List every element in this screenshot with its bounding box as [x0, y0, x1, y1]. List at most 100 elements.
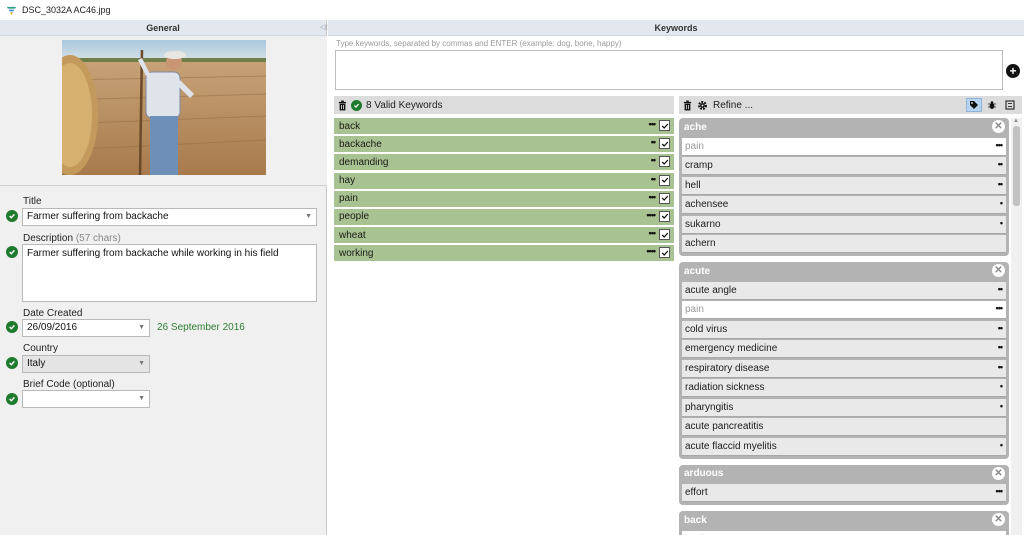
suggestion-item[interactable]: radiation sickness •	[682, 379, 1006, 397]
suggestion-label: respiratory disease	[685, 362, 770, 374]
suggestion-item[interactable]: pharyngitis •	[682, 398, 1006, 417]
keyword-checkbox[interactable]	[659, 174, 670, 186]
valid-keywords-bar: 8 Valid Keywords	[334, 96, 674, 114]
suggestion-item[interactable]: acute angle ••	[682, 281, 1006, 300]
date-valid-icon	[6, 321, 18, 333]
trash-icon[interactable]	[683, 100, 692, 111]
close-icon[interactable]: ✕	[992, 513, 1005, 526]
gear-icon[interactable]	[697, 100, 708, 111]
keyword-label: wheat	[339, 229, 366, 241]
date-field[interactable]: 26/09/2016 ▼	[22, 319, 150, 337]
date-label: Date Created	[23, 308, 83, 319]
title-label: Title	[23, 196, 42, 207]
keyword-checkbox[interactable]	[659, 156, 670, 168]
title-bar: DSC_3032A AC46.jpg	[0, 0, 1024, 20]
keyword-checkbox[interactable]	[659, 138, 670, 150]
keyword-rating: ••••	[646, 246, 656, 257]
suggestion-label: acute angle	[685, 284, 737, 296]
suggestion-rating: ••	[997, 283, 1003, 294]
suggestion-item[interactable]: achern	[682, 235, 1006, 253]
suggestion-item[interactable]: hell ••	[682, 176, 1006, 195]
keyword-row[interactable]: demanding ••	[334, 154, 674, 171]
suggestion-group: arduous ✕ effort •••	[679, 464, 1009, 505]
suggestion-label: acute pancreatitis	[685, 421, 764, 432]
suggestion-rating: •	[999, 400, 1003, 411]
suggestion-item[interactable]: respiratory disease ••	[682, 359, 1006, 378]
suggestion-item[interactable]: emergency medicine ••	[682, 340, 1006, 358]
description-field[interactable]: Farmer suffering from backache while wor…	[22, 244, 317, 302]
suggestion-label: sukarno	[685, 218, 721, 230]
suggestion-group-header: acute ✕	[682, 262, 1006, 280]
suggestion-item[interactable]: effort •••	[682, 484, 1006, 502]
keyword-row[interactable]: back •••	[334, 118, 674, 134]
photo-area	[0, 36, 327, 186]
keyword-checkbox[interactable]	[659, 192, 670, 204]
description-char-count: (57 chars)	[75, 233, 121, 244]
description-valid-icon	[6, 246, 18, 258]
suggestion-label: cramp	[685, 160, 713, 171]
close-icon[interactable]: ✕	[992, 264, 1005, 277]
close-icon[interactable]: ✕	[992, 120, 1005, 133]
chevron-down-icon[interactable]: ▼	[138, 360, 145, 367]
keyword-row[interactable]: wheat •••	[334, 227, 674, 244]
chevron-down-icon[interactable]: ▼	[305, 213, 312, 220]
keyword-row[interactable]: hay ••	[334, 172, 674, 189]
keyword-row[interactable]: working ••••	[334, 245, 674, 262]
chevron-down-icon[interactable]: ▼	[138, 324, 145, 331]
keyword-rating: ••	[650, 155, 656, 166]
refine-toolbar	[966, 98, 1018, 112]
suggestion-item[interactable]: sukarno •	[682, 215, 1006, 234]
suggestion-rating: ••	[997, 361, 1003, 372]
list-view-icon[interactable]	[1002, 98, 1018, 112]
scroll-up-icon[interactable]: ▲	[1013, 118, 1019, 124]
suggestion-item[interactable]: cold virus ••	[682, 320, 1006, 339]
keyword-list: back ••• backache •• demanding •• hay •• pain •••…	[334, 118, 674, 264]
tag-icon[interactable]	[966, 98, 982, 112]
brief-code-field[interactable]: ▼	[22, 390, 150, 408]
suggestion-item[interactable]: achensee •	[682, 196, 1006, 214]
photo-thumbnail[interactable]	[62, 40, 266, 175]
refine-scrollbar[interactable]: ▲	[1011, 118, 1022, 535]
close-icon[interactable]: ✕	[992, 466, 1005, 480]
chevron-down-icon[interactable]: ▼	[138, 395, 145, 402]
suggestion-group-header: arduous ✕	[682, 465, 1006, 483]
keyword-checkbox[interactable]	[659, 210, 670, 222]
keyword-checkbox[interactable]	[659, 247, 670, 259]
date-value: 26/09/2016	[27, 322, 78, 333]
refine-label[interactable]: Refine ...	[713, 100, 753, 111]
suggestion-item[interactable]: acute pancreatitis	[682, 418, 1006, 436]
keyword-label: back	[339, 120, 361, 132]
keyword-checkbox[interactable]	[659, 229, 670, 241]
country-label: Country	[23, 343, 59, 354]
window-title: DSC_3032A AC46.jpg	[22, 5, 111, 15]
suggestion-group-header: ache ✕	[682, 118, 1006, 136]
title-field[interactable]: Farmer suffering from backache ▼	[22, 208, 317, 226]
keywords-input[interactable]	[335, 50, 1003, 90]
scrollbar-thumb[interactable]	[1013, 126, 1020, 206]
country-select[interactable]: Italy ▼	[22, 355, 150, 373]
brief-code-label: Brief Code (optional)	[23, 379, 115, 390]
keyword-checkbox[interactable]	[659, 120, 670, 131]
suggestion-item[interactable]: back•••	[682, 530, 1006, 535]
suggestion-label: radiation sickness	[685, 382, 765, 393]
suggestion-label: pharyngitis	[685, 401, 734, 413]
suggestion-group-title: ache	[684, 121, 707, 133]
suggestion-label: effort	[685, 487, 708, 498]
keyword-rating: ••	[650, 173, 656, 184]
suggestion-rating: •••	[995, 139, 1004, 150]
suggestion-label: cold virus	[685, 323, 728, 335]
keyword-row[interactable]: pain •••	[334, 190, 674, 207]
keyword-rating: ••••	[646, 209, 656, 220]
suggestion-rating: ••	[997, 342, 1003, 352]
add-keyword-button[interactable]: +	[1006, 64, 1020, 78]
suggestion-item[interactable]: acute flaccid myelitis •	[682, 437, 1006, 456]
trash-icon[interactable]	[338, 100, 347, 111]
keyword-row[interactable]: backache ••	[334, 136, 674, 153]
suggestion-item[interactable]: pain •••	[682, 301, 1006, 319]
keyword-rating: •••	[648, 119, 657, 129]
suggestion-item[interactable]: cramp ••	[682, 157, 1006, 175]
suggestion-rating: •	[999, 217, 1003, 228]
bug-icon[interactable]	[984, 98, 1000, 112]
suggestion-item[interactable]: pain •••	[682, 137, 1006, 156]
keyword-row[interactable]: people ••••	[334, 208, 674, 225]
